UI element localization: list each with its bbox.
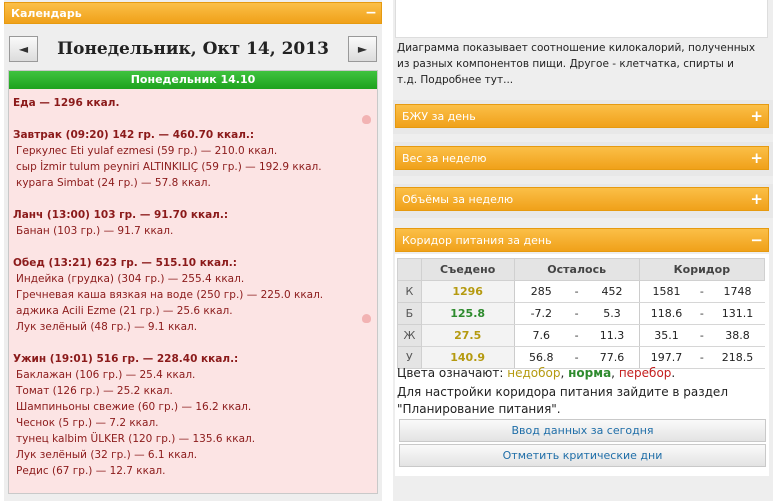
widget-weight-header[interactable]: Вес за неделю +: [395, 146, 769, 170]
separator: -: [693, 324, 711, 347]
calendar-title: Календарь: [11, 6, 82, 20]
food-item[interactable]: Лук зелёный (48 гр.) — 9.1 ккал.: [13, 319, 373, 335]
corridor-max: 218.5: [710, 346, 765, 369]
remaining-max: 452: [585, 280, 640, 303]
remaining-min: 7.6: [514, 324, 569, 347]
corridor-max: 1748: [710, 280, 765, 303]
legend-norm: норма: [568, 366, 612, 380]
food-item[interactable]: Гречневая каша вязкая на воде (250 гр.) …: [13, 287, 373, 303]
food-item[interactable]: Томат (126 гр.) — 25.2 ккал.: [13, 383, 373, 399]
hand-pointer-icon[interactable]: [362, 115, 371, 124]
separator: -: [568, 280, 586, 303]
corridor-min: 35.1: [638, 324, 694, 347]
separator: -: [568, 302, 586, 325]
separator: -: [693, 346, 711, 369]
food-total: Еда — 1296 ккал.: [13, 97, 120, 109]
eaten-value: 27.5: [421, 324, 515, 347]
row-label: Б: [397, 302, 422, 325]
widget-weight-title: Вес за неделю: [402, 151, 487, 165]
corridor-min: 1581: [638, 280, 694, 303]
right-panel: Диаграмма показывает соотношение килокал…: [393, 0, 773, 501]
day-food-log: Еда — 1296 ккал. Завтрак (09:20) 142 гр.…: [9, 89, 377, 493]
collapse-icon[interactable]: −: [365, 6, 377, 20]
corridor-table: Съедено Осталось Коридор К 1296 285-452 158…: [397, 258, 766, 369]
food-item[interactable]: Баклажан (106 гр.) — 25.4 ккал.: [13, 367, 373, 383]
widget-bju-title: БЖУ за день: [402, 109, 476, 123]
current-date-title: Понедельник, Окт 14, 2013: [57, 39, 329, 59]
row-label: К: [397, 280, 422, 303]
widget-volumes-header[interactable]: Объёмы за неделю +: [395, 187, 769, 211]
meal-title: Ланч (13:00) 103 гр. — 91.70 ккал.:: [13, 209, 229, 221]
food-item[interactable]: Редис (67 гр.) — 12.7 ккал.: [13, 463, 373, 479]
legend-under: недобор: [507, 366, 561, 380]
food-item[interactable]: аджика Acili Ezme (21 гр.) — 25.6 ккал.: [13, 303, 373, 319]
food-item[interactable]: Чеснок (5 гр.) — 7.2 ккал.: [13, 415, 373, 431]
separator: -: [568, 324, 586, 347]
meal-title: Ужин (19:01) 516 гр. — 228.40 ккал.:: [13, 353, 239, 365]
legend-prefix: Цвета означают:: [397, 366, 504, 380]
prev-day-button[interactable]: ◄: [9, 36, 38, 62]
table-row: К 1296 285-452 1581-1748: [397, 280, 765, 303]
food-item[interactable]: тунец kalbim ÜLKER (120 гр.) — 135.6 кка…: [13, 431, 373, 447]
table-row: Б 125.8 -7.2-5.3 118.6-131.1: [397, 302, 765, 325]
food-item[interactable]: Банан (103 гр.) — 91.7 ккал.: [13, 223, 373, 239]
corridor-max: 38.8: [710, 324, 765, 347]
expand-icon[interactable]: +: [750, 109, 763, 124]
remaining-min: 285: [514, 280, 569, 303]
legend-over: перебор: [618, 366, 672, 380]
eaten-value: 1296: [421, 280, 515, 303]
food-item[interactable]: сыр İzmir tulum peyniri ALTINKILIÇ (59 г…: [13, 159, 373, 175]
day-header[interactable]: Понедельник 14.10: [9, 71, 377, 89]
separator: -: [693, 302, 711, 325]
food-item[interactable]: Лук зелёный (32 гр.) — 6.1 ккал.: [13, 447, 373, 463]
col-corridor-header: Коридор: [638, 258, 766, 281]
color-legend: Цвета означают: недобор, норма, перебор.: [397, 366, 676, 380]
corridor-max: 131.1: [710, 302, 765, 325]
collapse-icon[interactable]: −: [750, 233, 763, 248]
next-day-button[interactable]: ►: [348, 36, 377, 62]
calendar-panel: Календарь − ◄ Понедельник, Окт 14, 2013 …: [4, 0, 382, 501]
widget-bju-header[interactable]: БЖУ за день +: [395, 104, 769, 128]
table-row: Ж 27.5 7.6-11.3 35.1-38.8: [397, 324, 765, 347]
corridor-title: Коридор питания за день: [402, 233, 552, 247]
widget-volumes-title: Объёмы за неделю: [402, 192, 514, 206]
expand-icon[interactable]: +: [750, 192, 763, 207]
mark-critical-days-button[interactable]: Отметить критические дни: [399, 444, 766, 467]
meal-title: Обед (13:21) 623 гр. — 515.10 ккал.:: [13, 257, 237, 269]
separator: -: [693, 280, 711, 303]
enter-today-data-button[interactable]: Ввод данных за сегодня: [399, 419, 766, 442]
row-label: Ж: [397, 324, 422, 347]
diagram-description: Диаграмма показывает соотношение килокал…: [397, 42, 756, 86]
food-item[interactable]: курага Simbat (24 гр.) — 57.8 ккал.: [13, 175, 373, 191]
col-eaten-header: Съедено: [420, 258, 515, 281]
food-item[interactable]: Шампиньоны свежие (60 гр.) — 16.2 ккал.: [13, 399, 373, 415]
food-item[interactable]: Индейка (грудка) (304 гр.) — 255.4 ккал.: [13, 271, 373, 287]
corridor-min: 118.6: [638, 302, 694, 325]
hand-pointer-icon[interactable]: [362, 314, 371, 323]
col-remaining-header: Осталось: [513, 258, 640, 281]
calendar-header: Календарь −: [4, 2, 382, 24]
remaining-max: 5.3: [585, 302, 640, 325]
table-corner: [397, 258, 422, 281]
eaten-value: 125.8: [421, 302, 515, 325]
diagram-chart-area: [395, 0, 768, 38]
corridor-header[interactable]: Коридор питания за день −: [395, 228, 769, 252]
remaining-min: -7.2: [514, 302, 569, 325]
setup-note: Для настройки коридора питания зайдите в…: [397, 385, 728, 416]
meal-title: Завтрак (09:20) 142 гр. — 460.70 ккал.:: [13, 129, 255, 141]
date-navigation: ◄ Понедельник, Окт 14, 2013 ►: [4, 30, 382, 68]
remaining-max: 11.3: [585, 324, 640, 347]
expand-icon[interactable]: +: [750, 151, 763, 166]
food-item[interactable]: Геркулес Eti yulaf ezmesi (59 гр.) — 210…: [13, 143, 373, 159]
day-entry-box: Понедельник 14.10 Еда — 1296 ккал. Завтр…: [8, 70, 378, 494]
